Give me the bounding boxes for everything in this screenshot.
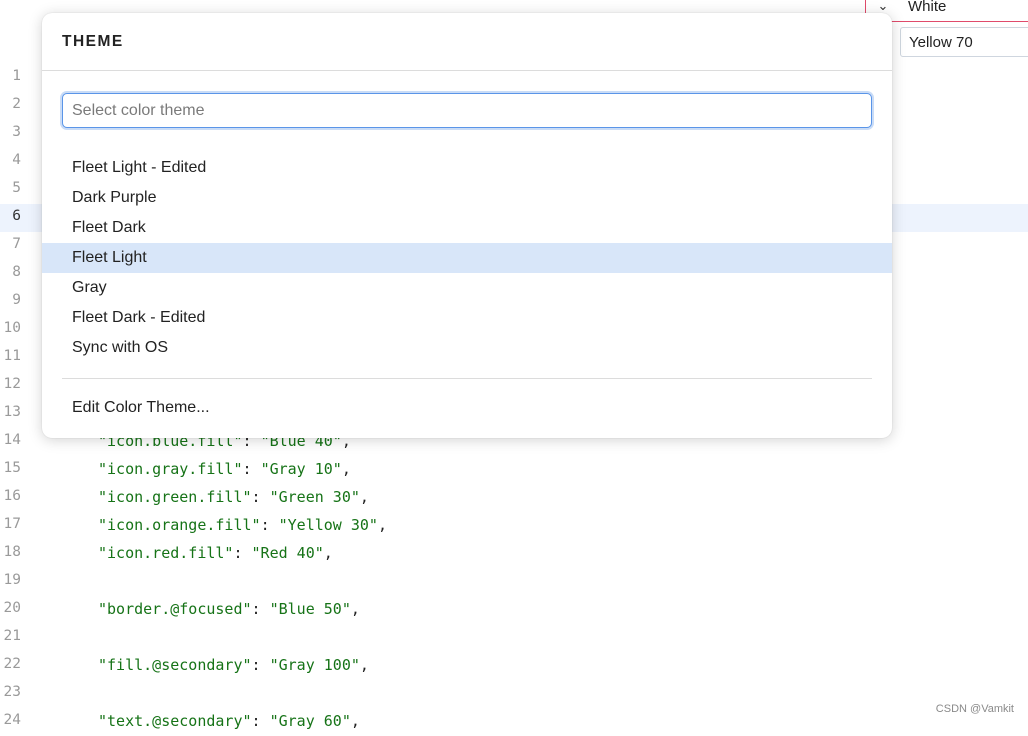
line-number: 20: [3, 600, 21, 616]
json-value: "Green 30": [269, 488, 360, 506]
line-number: 3: [12, 124, 21, 140]
colon: :: [233, 544, 252, 562]
line-number: 2: [12, 96, 21, 112]
theme-option[interactable]: Fleet Dark - Edited: [42, 303, 892, 333]
colon: :: [260, 516, 279, 534]
comma: ,: [323, 544, 333, 562]
theme-option-list: Fleet Light - Edited Dark Purple Fleet Dar…: [42, 153, 892, 363]
json-value: "Yellow 30": [278, 516, 378, 534]
line-number: 10: [3, 320, 21, 336]
code-line[interactable]: 17 "icon.orange.fill": "Yellow 30",: [0, 512, 1028, 540]
line-number: 17: [3, 516, 21, 532]
code-line[interactable]: 19: [0, 568, 1028, 596]
json-value: "Gray 10": [260, 460, 342, 478]
divider: [62, 378, 872, 379]
line-number: 4: [12, 152, 21, 168]
comma: ,: [341, 460, 351, 478]
theme-popup: THEME Fleet Light - EditedDark PurpleFle…: [42, 13, 892, 438]
value-white: White: [908, 0, 947, 15]
code-line[interactable]: 21: [0, 624, 1028, 652]
theme-option[interactable]: Fleet Dark: [42, 213, 892, 243]
watermark: CSDN @Vamkit: [935, 703, 1014, 715]
code-text: "icon.gray.fill": "Gray 10",: [98, 460, 351, 478]
json-key: "icon.gray.fill": [98, 460, 243, 478]
popup-title: THEME: [62, 33, 124, 50]
line-number: 13: [3, 404, 21, 420]
code-line[interactable]: 20 "border.@focused": "Blue 50",: [0, 596, 1028, 624]
code-line[interactable]: 22 "fill.@secondary": "Gray 100",: [0, 652, 1028, 680]
code-text: "fill.@secondary": "Gray 100",: [98, 656, 369, 674]
code-line[interactable]: 24 "text.@secondary": "Gray 60",: [0, 708, 1028, 736]
code-line[interactable]: 16 "icon.green.fill": "Green 30",: [0, 484, 1028, 512]
code-text: "text.@secondary": "Gray 60",: [98, 712, 360, 730]
line-number: 24: [3, 712, 21, 728]
line-number: 12: [3, 376, 21, 392]
code-line[interactable]: 15 "icon.gray.fill": "Gray 10",: [0, 456, 1028, 484]
line-number: 9: [12, 292, 21, 308]
divider: [42, 70, 892, 71]
colon: :: [242, 460, 261, 478]
theme-option[interactable]: Sync with OS: [42, 333, 892, 363]
json-key: "border.@focused": [98, 600, 252, 618]
json-key: "icon.green.fill": [98, 488, 252, 506]
line-number: 22: [3, 656, 21, 672]
json-value: "Gray 60": [269, 712, 351, 730]
line-number: 7: [12, 236, 21, 252]
code-text: "border.@focused": "Blue 50",: [98, 600, 360, 618]
line-number: 19: [3, 572, 21, 588]
value-yellow-field[interactable]: Yellow 70: [900, 27, 1028, 57]
theme-search-input[interactable]: [62, 93, 872, 128]
edit-color-theme-button[interactable]: Edit Color Theme...: [72, 393, 210, 423]
colon: :: [251, 488, 270, 506]
colon: :: [251, 656, 270, 674]
line-number: 21: [3, 628, 21, 644]
colon: :: [251, 600, 270, 618]
line-number: 11: [3, 348, 21, 364]
comma: ,: [350, 712, 360, 730]
line-number: 14: [3, 432, 21, 448]
line-number: 15: [3, 460, 21, 476]
json-key: "fill.@secondary": [98, 656, 252, 674]
theme-option[interactable]: Fleet Light: [42, 243, 892, 273]
theme-option[interactable]: Gray: [42, 273, 892, 303]
line-number: 6: [12, 208, 21, 224]
colon: :: [251, 712, 270, 730]
comma: ,: [350, 600, 360, 618]
line-number: 23: [3, 684, 21, 700]
line-number: 18: [3, 544, 21, 560]
code-line[interactable]: 18 "icon.red.fill": "Red 40",: [0, 540, 1028, 568]
code-text: "icon.red.fill": "Red 40",: [98, 544, 333, 562]
json-value: "Blue 50": [269, 600, 351, 618]
json-key: "icon.orange.fill": [98, 516, 261, 534]
comma: ,: [359, 656, 369, 674]
line-number: 5: [12, 180, 21, 196]
json-key: "text.@secondary": [98, 712, 252, 730]
json-value: "Red 40": [251, 544, 324, 562]
theme-option[interactable]: Dark Purple: [42, 183, 892, 213]
line-number: 8: [12, 264, 21, 280]
code-text: "icon.green.fill": "Green 30",: [98, 488, 369, 506]
code-line[interactable]: 23: [0, 680, 1028, 708]
json-value: "Gray 100": [269, 656, 360, 674]
json-key: "icon.red.fill": [98, 544, 234, 562]
code-text: "icon.orange.fill": "Yellow 30",: [98, 516, 387, 534]
line-number: 1: [12, 68, 21, 84]
theme-option[interactable]: Fleet Light - Edited: [42, 153, 892, 183]
line-number: 16: [3, 488, 21, 504]
comma: ,: [359, 488, 369, 506]
comma: ,: [377, 516, 387, 534]
